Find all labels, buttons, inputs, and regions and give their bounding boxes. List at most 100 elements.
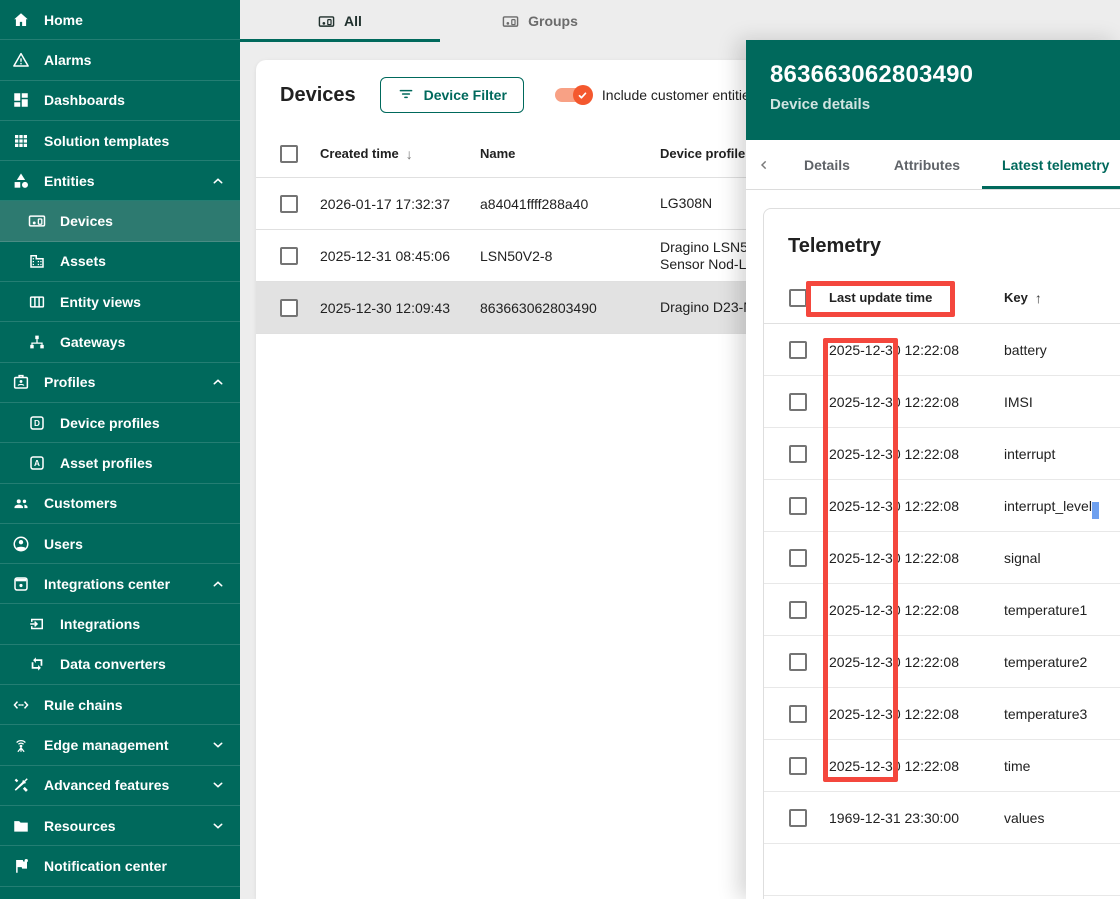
sidebar-item-notification-center[interactable]: Notification center — [0, 846, 240, 886]
sidebar-item-asset-profiles[interactable]: A Asset profiles — [0, 443, 240, 483]
row-checkbox[interactable] — [789, 497, 807, 515]
sidebar-item-solution-templates[interactable]: Solution templates — [0, 121, 240, 161]
sidebar-item-data-converters[interactable]: Data converters — [0, 645, 240, 685]
devices-icon — [502, 13, 519, 30]
key-cell: time — [1004, 758, 1120, 774]
telemetry-row[interactable]: 2025-12-30 12:22:08 interrupt_level — [764, 480, 1120, 532]
sidebar-item-profiles[interactable]: Profiles — [0, 363, 240, 403]
row-checkbox[interactable] — [789, 549, 807, 567]
telemetry-row[interactable]: 2025-12-30 12:22:08 battery — [764, 324, 1120, 376]
created-time-cell: 2026-01-17 17:32:37 — [320, 196, 480, 212]
row-checkbox[interactable] — [789, 653, 807, 671]
sidebar-item-label: Gateways — [60, 334, 125, 350]
column-header-created-time[interactable]: Created time ↓ — [320, 146, 480, 162]
empty-row — [764, 844, 1120, 896]
tab-groups[interactable]: Groups — [440, 0, 640, 42]
telemetry-row[interactable]: 2025-12-30 12:22:08 temperature3 — [764, 688, 1120, 740]
column-header-label: Key — [1004, 290, 1028, 305]
tools-icon — [12, 776, 30, 794]
telemetry-row[interactable]: 1969-12-31 23:30:00 values — [764, 792, 1120, 844]
building-icon — [28, 252, 46, 270]
row-checkbox[interactable] — [789, 601, 807, 619]
devices-icon — [318, 13, 335, 30]
sidebar-item-device-profiles[interactable]: D Device profiles — [0, 403, 240, 443]
sidebar-item-entities[interactable]: Entities — [0, 161, 240, 201]
telemetry-row[interactable]: 2025-12-30 12:22:08 temperature1 — [764, 584, 1120, 636]
tab-latest-telemetry[interactable]: Latest telemetry — [982, 140, 1120, 189]
include-customer-entities-toggle[interactable] — [555, 85, 593, 105]
device-details-panel: 863663062803490 Device details Details A… — [746, 40, 1120, 899]
telemetry-card: Telemetry Last update time Key ↑ 2025-12… — [763, 208, 1120, 899]
select-all-checkbox[interactable] — [789, 289, 807, 307]
sidebar-item-label: Dashboards — [44, 92, 125, 108]
row-checkbox[interactable] — [280, 195, 298, 213]
tab-all[interactable]: All — [240, 0, 440, 42]
device-filter-button[interactable]: Device Filter — [380, 77, 524, 113]
column-header-last-update-time[interactable]: Last update time — [829, 290, 1004, 305]
user-circle-icon — [12, 535, 30, 553]
sidebar-item-resources[interactable]: Resources — [0, 806, 240, 846]
sidebar-item-dashboards[interactable]: Dashboards — [0, 81, 240, 121]
chevron-up-icon — [210, 576, 226, 592]
sidebar-item-rule-chains[interactable]: Rule chains — [0, 685, 240, 725]
row-checkbox[interactable] — [789, 757, 807, 775]
check-icon — [576, 89, 589, 102]
panel-tabbar: Details Attributes Latest telemetry — [746, 140, 1120, 190]
sidebar-item-devices[interactable]: Devices — [0, 201, 240, 241]
sidebar-item-alarms[interactable]: Alarms — [0, 40, 240, 80]
telemetry-row[interactable]: 2025-12-30 12:22:08 temperature2 — [764, 636, 1120, 688]
row-checkbox[interactable] — [280, 247, 298, 265]
sidebar-item-home[interactable]: Home — [0, 0, 240, 40]
entity-tabbar: All Groups — [240, 0, 1120, 42]
telemetry-row[interactable]: 2025-12-30 12:22:08 interrupt — [764, 428, 1120, 480]
telemetry-row[interactable]: 2025-12-30 12:22:08 signal — [764, 532, 1120, 584]
row-checkbox[interactable] — [789, 341, 807, 359]
sidebar-item-advanced-features[interactable]: Advanced features — [0, 766, 240, 806]
sort-desc-arrow: ↓ — [406, 146, 413, 162]
sidebar-item-users[interactable]: Users — [0, 524, 240, 564]
row-checkbox[interactable] — [789, 705, 807, 723]
telemetry-row[interactable]: 2025-12-30 12:22:08 time — [764, 740, 1120, 792]
sidebar: Home Alarms Dashboards Solution template… — [0, 0, 240, 899]
svg-text:D: D — [34, 419, 40, 428]
tab-details[interactable]: Details — [782, 140, 872, 189]
sidebar-item-integrations[interactable]: Integrations — [0, 604, 240, 644]
key-cell: IMSI — [1004, 394, 1120, 410]
sidebar-item-integrations-center[interactable]: Integrations center — [0, 564, 240, 604]
device-profile-line1: Dragino LSN50 — [660, 239, 756, 255]
column-header-key[interactable]: Key ↑ — [1004, 290, 1120, 306]
column-header-name[interactable]: Name — [480, 146, 660, 161]
sidebar-item-gateways[interactable]: Gateways — [0, 322, 240, 362]
last-update-time-cell: 2025-12-30 12:22:08 — [829, 654, 1004, 670]
row-checkbox[interactable] — [789, 393, 807, 411]
chevron-left-icon — [756, 157, 772, 173]
tab-attributes[interactable]: Attributes — [872, 140, 982, 189]
sidebar-item-label: Resources — [44, 818, 116, 834]
warning-icon — [12, 51, 30, 69]
sidebar-item-edge-management[interactable]: Edge management — [0, 725, 240, 765]
key-cell: temperature2 — [1004, 654, 1120, 670]
transform-icon — [28, 655, 46, 673]
tab-label: Groups — [528, 13, 578, 29]
sidebar-item-entity-views[interactable]: Entity views — [0, 282, 240, 322]
sidebar-item-label: Home — [44, 12, 83, 28]
sidebar-item-label: Entity views — [60, 294, 141, 310]
select-all-checkbox[interactable] — [280, 145, 298, 163]
sidebar-item-label: Edge management — [44, 737, 168, 753]
sidebar-item-label: Advanced features — [44, 777, 169, 793]
sidebar-item-label: Devices — [60, 213, 113, 229]
input-icon — [28, 615, 46, 633]
created-time-cell: 2025-12-30 12:09:43 — [320, 300, 480, 316]
telemetry-row[interactable]: 2025-12-30 12:22:08 IMSI — [764, 376, 1120, 428]
row-checkbox[interactable] — [789, 445, 807, 463]
sidebar-item-assets[interactable]: Assets — [0, 242, 240, 282]
row-checkbox[interactable] — [280, 299, 298, 317]
sidebar-item-label: Asset profiles — [60, 455, 153, 471]
row-checkbox[interactable] — [789, 809, 807, 827]
sidebar-item-customers[interactable]: Customers — [0, 484, 240, 524]
name-cell: LSN50V2-8 — [480, 248, 660, 264]
device-profile-line2: Sensor Nod-LB — [660, 256, 756, 272]
tabs-scroll-left-button[interactable] — [746, 140, 782, 189]
sidebar-item-label: Solution templates — [44, 133, 169, 149]
include-customer-entities-label: Include customer entities — [602, 87, 757, 103]
